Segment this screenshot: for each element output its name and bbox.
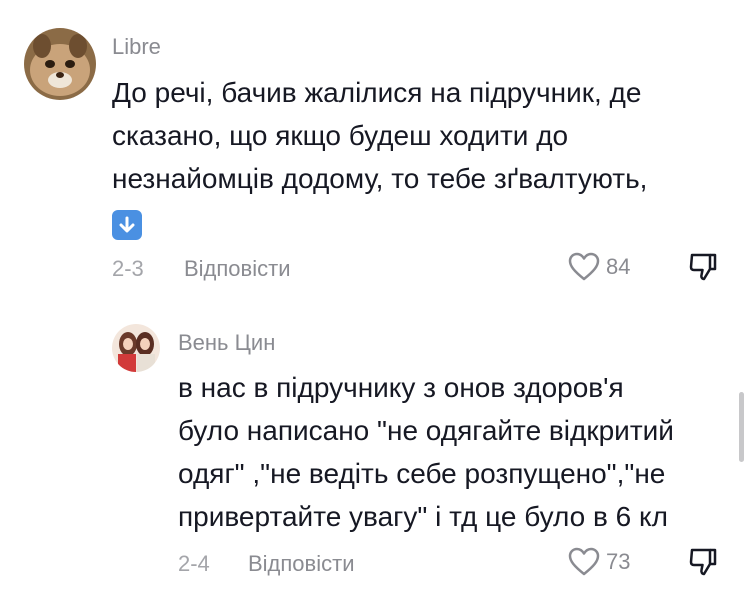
avatar[interactable] xyxy=(112,324,160,372)
thumbs-down-icon xyxy=(689,253,717,281)
username[interactable]: Libre xyxy=(112,34,161,60)
username[interactable]: Вень Цин xyxy=(178,330,275,356)
comment-text: До речі, бачив жалілися на підручник, де… xyxy=(112,71,732,243)
thumbs-down-icon xyxy=(689,548,717,576)
reply-button[interactable]: Відповісти xyxy=(248,551,355,577)
comment-text-line: в нас в підручнику з онов здоров'я xyxy=(178,372,624,403)
comment-text-line: привертайте увагу" і тд це було в 6 кл xyxy=(178,501,668,532)
comment-date: 2-4 xyxy=(178,551,210,576)
comment-text-line: сказано, що якщо будеш ходити до xyxy=(112,120,569,151)
like-button[interactable]: 73 xyxy=(568,547,630,577)
comment-text-line: одяг" ,"не ведіть себе розпущено","не xyxy=(178,458,666,489)
dislike-button[interactable] xyxy=(688,252,718,287)
heart-icon xyxy=(568,547,600,576)
avatar[interactable] xyxy=(24,28,96,100)
comment-text: в нас в підручнику з онов здоров'я було … xyxy=(178,366,728,538)
like-button[interactable]: 84 xyxy=(568,252,630,282)
comment-date: 2-3 xyxy=(112,256,144,281)
comment-text-line: До речі, бачив жалілися на підручник, де xyxy=(112,77,642,108)
reply-button[interactable]: Відповісти xyxy=(184,256,291,282)
dislike-button[interactable] xyxy=(688,547,718,582)
like-count: 84 xyxy=(606,254,631,279)
like-count: 73 xyxy=(606,549,631,574)
down-arrow-emoji-icon xyxy=(112,209,142,240)
comment-text-line: було написано "не одягайте відкритий xyxy=(178,415,674,446)
comment-text-line: незнайомців додому, то тебе зґвалтують, xyxy=(112,163,648,194)
scrollbar[interactable] xyxy=(739,392,744,462)
heart-icon xyxy=(568,252,600,281)
